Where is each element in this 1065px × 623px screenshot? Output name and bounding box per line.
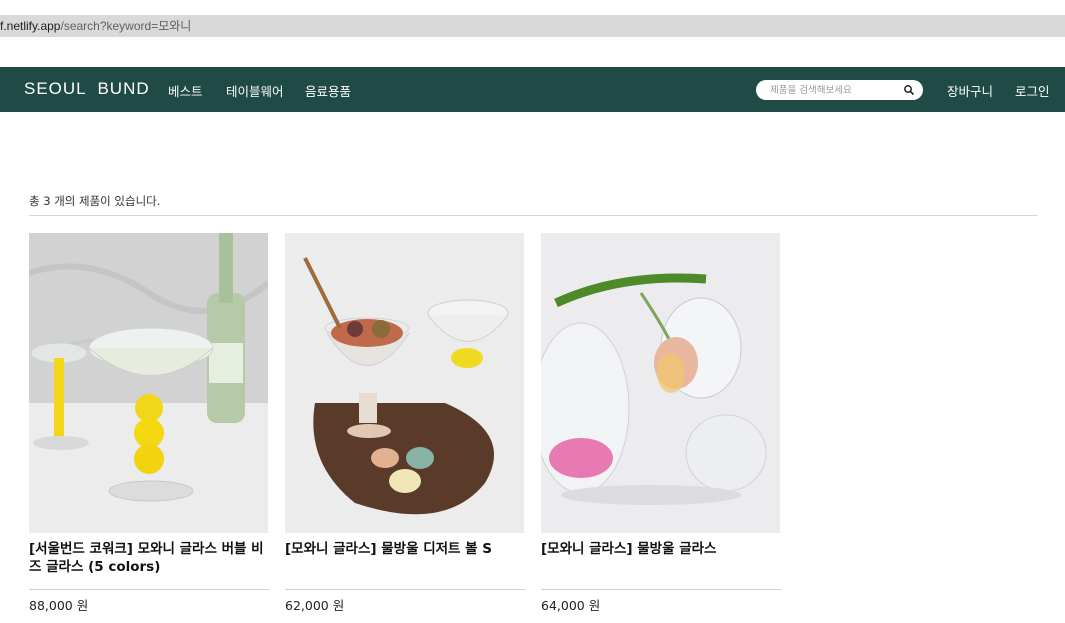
address-bar[interactable]: f.netlify.app/search?keyword=모와니 — [0, 15, 1065, 37]
card-divider — [541, 589, 781, 590]
divider — [29, 215, 1037, 216]
product-price: 62,000 원 — [285, 598, 345, 613]
url-host: f.netlify.app — [0, 19, 61, 33]
nav-best[interactable]: 베스트 — [168, 81, 203, 100]
url-path: /search?keyword=모와니 — [60, 19, 192, 33]
product-title[interactable]: [서울번드 코워크] 모와니 글라스 버블 비즈 글라스 (5 colors) — [29, 540, 269, 580]
product-image-tulip-glass[interactable] — [541, 233, 780, 533]
product-card[interactable]: [서울번드 코워크] 모와니 글라스 버블 비즈 글라스 (5 colors) … — [29, 233, 269, 614]
product-image-bubble-glass[interactable] — [29, 233, 268, 533]
search-icon[interactable] — [903, 84, 915, 96]
search-box — [756, 80, 923, 100]
product-title[interactable]: [모와니 글라스] 물방울 디저트 볼 S — [285, 540, 525, 580]
product-price: 88,000 원 — [29, 598, 89, 613]
nav-tableware[interactable]: 테이블웨어 — [226, 81, 284, 100]
card-divider — [285, 589, 525, 590]
search-input[interactable] — [770, 84, 910, 96]
nav-drinkware[interactable]: 음료용품 — [305, 81, 351, 100]
product-price: 64,000 원 — [541, 598, 601, 613]
site-logo[interactable]: SEOUL BUND — [24, 79, 150, 99]
product-image-dessert-bowl[interactable] — [285, 233, 524, 533]
product-card[interactable]: [모와니 글라스] 물방울 글라스 64,000 원 — [541, 233, 781, 614]
card-divider — [29, 589, 269, 590]
product-title[interactable]: [모와니 글라스] 물방울 글라스 — [541, 540, 781, 580]
result-count: 총 3 개의 제품이 있습니다. — [29, 194, 161, 208]
cart-link[interactable]: 장바구니 — [947, 81, 993, 100]
product-card[interactable]: [모와니 글라스] 물방울 디저트 볼 S 62,000 원 — [285, 233, 525, 614]
login-link[interactable]: 로그인 — [1015, 81, 1050, 100]
